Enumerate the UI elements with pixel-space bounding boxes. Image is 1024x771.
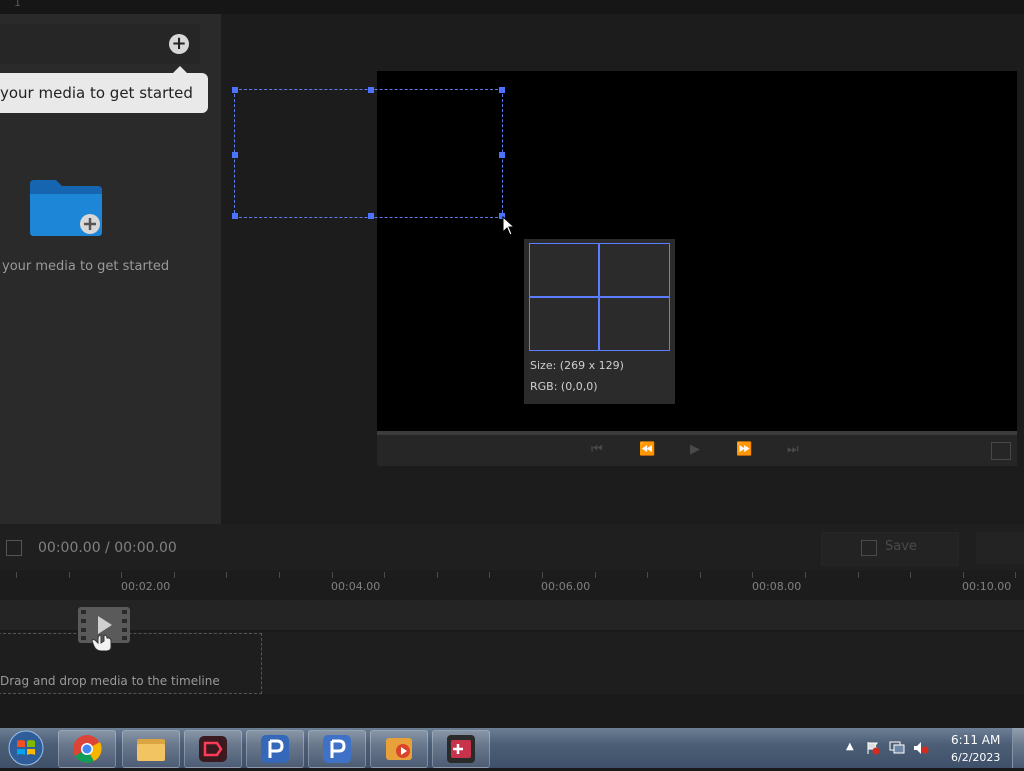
ruler-tick: [489, 572, 490, 578]
ruler-tick: [332, 572, 333, 578]
taskbar-media-player[interactable]: [370, 730, 428, 768]
snap-toggle-icon[interactable]: [6, 540, 22, 556]
timeline-track-empty[interactable]: [0, 696, 1024, 728]
ruler-tick: [437, 572, 438, 578]
skip-to-end-icon[interactable]: ⏭: [787, 442, 799, 457]
windows-start-icon[interactable]: [6, 729, 46, 767]
save-icon: [861, 540, 877, 556]
ruler-tick: [595, 572, 596, 578]
taskbar-clock-date[interactable]: 6/2/2023: [951, 751, 1000, 764]
ruler-tick: [963, 572, 964, 578]
tray-show-hidden-icon[interactable]: ▲: [846, 741, 854, 752]
capture-selection-box[interactable]: [234, 89, 503, 218]
ruler-label: 00:08.00: [752, 580, 802, 593]
selection-handle-bottom-left[interactable]: [232, 213, 238, 219]
video-editor-icon: [447, 735, 475, 763]
media-player-icon: [386, 738, 412, 760]
ruler-tick: [910, 572, 911, 578]
ruler-label: 00:04.00: [331, 580, 381, 593]
folder-add-icon[interactable]: [28, 178, 104, 238]
title-bar-text: 1: [14, 0, 21, 9]
fast-forward-icon[interactable]: ⏩: [736, 442, 752, 457]
skip-to-start-icon[interactable]: ⏮: [591, 442, 603, 457]
ruler-tick: [226, 572, 227, 578]
drop-hint-text: Drag and drop media to the timeline: [0, 674, 220, 688]
pixel-rgb-text: RGB: (0,0,0): [530, 380, 598, 393]
mouse-cursor-icon: [502, 216, 514, 236]
timeline-track-video[interactable]: [0, 600, 1024, 630]
ruler-tick: [647, 572, 648, 578]
magnifier-crosshair-horizontal: [529, 296, 670, 298]
taskbar-screen-recorder[interactable]: [184, 730, 242, 768]
save-button-label: Save: [885, 539, 917, 554]
ruler-tick: [752, 572, 753, 578]
rewind-icon[interactable]: ⏪: [639, 442, 655, 457]
fullscreen-icon[interactable]: [991, 442, 1011, 460]
selection-handle-right[interactable]: [499, 152, 505, 158]
tooltip-arrow: [172, 66, 188, 74]
taskbar-app-p[interactable]: [246, 730, 304, 768]
ruler-tick: [542, 572, 543, 578]
network-icon[interactable]: [889, 741, 905, 755]
ruler-tick: [174, 572, 175, 578]
taskbar-chrome[interactable]: [58, 730, 116, 768]
ruler-tick: [700, 572, 701, 578]
media-hint-text: your media to get started: [2, 259, 170, 274]
ruler-tick: [16, 572, 17, 578]
folder-icon: [137, 739, 165, 761]
chrome-icon: [73, 735, 102, 763]
title-bar: [0, 0, 1024, 14]
selection-handle-bottom[interactable]: [368, 213, 374, 219]
selection-handle-left[interactable]: [232, 152, 238, 158]
show-desktop-button[interactable]: [1012, 728, 1024, 768]
p-app-icon: [261, 735, 289, 763]
taskbar-video-editor[interactable]: [432, 730, 490, 768]
play-icon[interactable]: ▶: [690, 442, 700, 457]
ruler-tick: [121, 572, 122, 578]
selection-handle-top-left[interactable]: [232, 87, 238, 93]
ruler-label: 00:02.00: [121, 580, 171, 593]
ruler-tick: [805, 572, 806, 578]
action-center-flag-icon[interactable]: [866, 741, 880, 755]
selection-handle-top[interactable]: [368, 87, 374, 93]
tooltip-text: your media to get started: [0, 84, 193, 102]
add-media-button[interactable]: +: [169, 34, 189, 54]
ruler-tick: [858, 572, 859, 578]
time-display: 00:00.00 / 00:00.00: [38, 540, 177, 556]
ruler-tick: [279, 572, 280, 578]
p-app-icon: [323, 735, 351, 763]
export-button[interactable]: [976, 532, 1024, 564]
selection-size-text: Size: (269 x 129): [530, 359, 624, 372]
selection-handle-top-right[interactable]: [499, 87, 505, 93]
ruler-tick: [1015, 572, 1016, 578]
taskbar-explorer[interactable]: [122, 730, 180, 768]
ruler-tick: [384, 572, 385, 578]
ruler-label: 00:10.00: [962, 580, 1012, 593]
taskbar-clock-time[interactable]: 6:11 AM: [951, 733, 1000, 747]
ruler-label: 00:06.00: [541, 580, 591, 593]
film-drag-icon: [78, 607, 130, 651]
taskbar-app-p-2[interactable]: [308, 730, 366, 768]
recorder-app-icon: [199, 736, 227, 762]
ruler-tick: [69, 572, 70, 578]
volume-muted-icon[interactable]: [913, 741, 929, 755]
